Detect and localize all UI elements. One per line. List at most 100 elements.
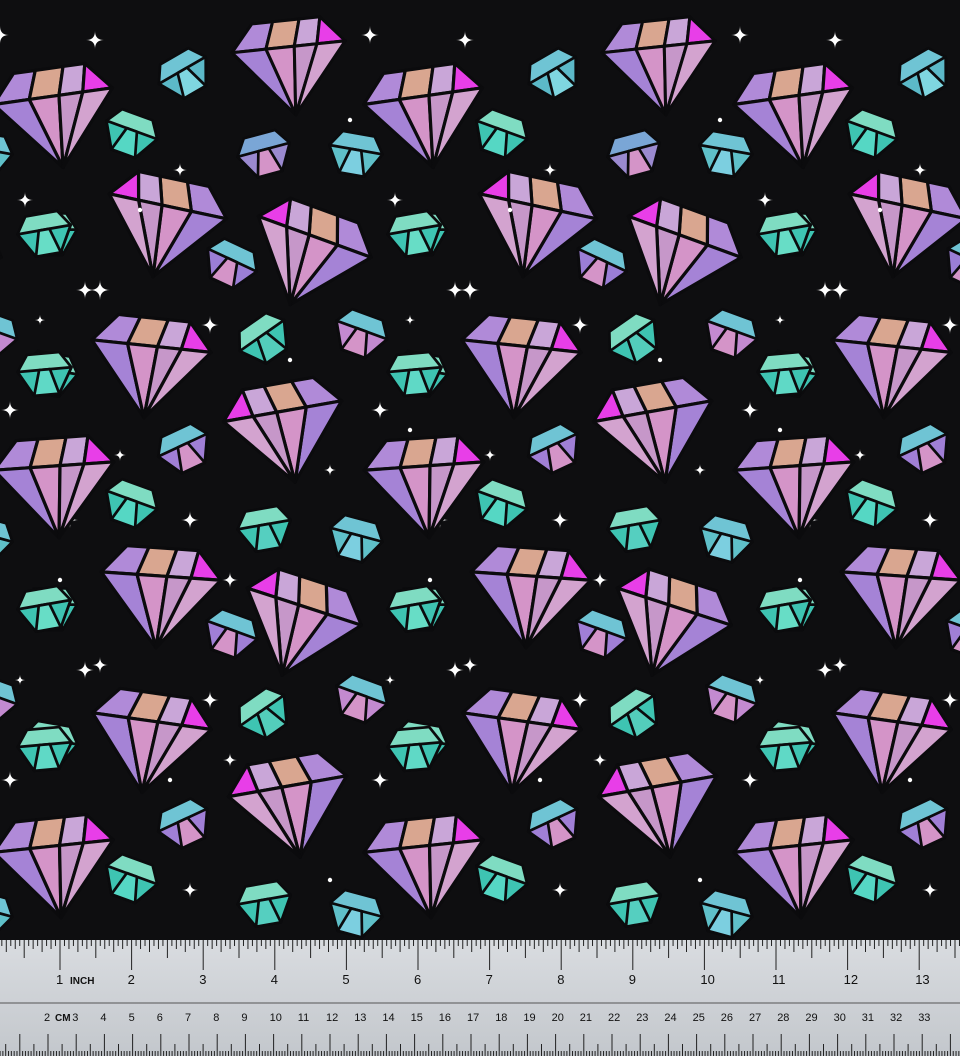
small-gem <box>236 879 293 929</box>
sparkle <box>361 26 379 44</box>
small-gem <box>606 879 663 929</box>
small-gem <box>0 888 14 939</box>
sparkle <box>832 657 848 673</box>
cm-number: 33 <box>918 1012 930 1024</box>
small-gem <box>697 129 754 179</box>
small-gem <box>237 686 289 740</box>
sparkle <box>922 882 938 898</box>
inch-number: 11 <box>772 972 786 987</box>
sparkle <box>1 771 19 789</box>
sparkle <box>76 661 94 679</box>
sparkle <box>757 192 773 208</box>
cm-number: 32 <box>890 1012 902 1024</box>
sparkle <box>741 401 759 419</box>
cm-number: 11 <box>298 1012 309 1024</box>
star-dot <box>287 357 293 363</box>
small-gem <box>576 237 629 290</box>
cm-number: 26 <box>721 1012 733 1024</box>
diamond-gem <box>90 312 213 420</box>
star-dot <box>167 777 173 783</box>
cm-number: 7 <box>185 1012 191 1024</box>
sparkle <box>552 882 568 898</box>
small-gem <box>845 852 899 905</box>
cm-number: 12 <box>326 1012 338 1024</box>
diamond-gem <box>839 543 960 650</box>
diamond-gem <box>460 686 583 795</box>
sparkle <box>571 691 589 709</box>
cm-number: 24 <box>664 1012 676 1024</box>
small-gem <box>896 797 949 850</box>
cm-number: 15 <box>411 1012 423 1024</box>
diamond-gem <box>600 15 717 117</box>
cm-number: 22 <box>608 1012 620 1024</box>
sparkle <box>826 31 844 49</box>
cm-number: 13 <box>354 1012 366 1024</box>
small-gem <box>156 422 209 475</box>
diamond-gem <box>0 213 3 307</box>
sparkle <box>446 661 464 679</box>
cm-number: 30 <box>834 1012 846 1024</box>
small-gem <box>845 477 899 530</box>
sparkle <box>387 192 403 208</box>
sparkle <box>223 753 237 767</box>
small-gem <box>946 237 960 290</box>
small-gem <box>386 725 443 773</box>
star-dot <box>717 117 723 123</box>
cm-number: 16 <box>439 1012 451 1024</box>
sparkle <box>35 315 45 325</box>
star-dot <box>57 577 63 583</box>
diamond-gem <box>230 15 347 117</box>
sparkle <box>592 572 608 588</box>
sparkle <box>173 163 187 177</box>
sparkle <box>462 657 478 673</box>
sparkle <box>182 882 198 898</box>
sparkle <box>571 316 589 334</box>
small-gem <box>475 852 529 905</box>
small-gem <box>475 477 529 530</box>
sparkle <box>114 449 126 461</box>
small-gem <box>327 129 384 179</box>
small-gem <box>607 686 659 740</box>
diamond-gem <box>591 375 714 484</box>
sparkle <box>543 163 557 177</box>
sparkle <box>456 31 474 49</box>
sparkle <box>460 280 480 300</box>
sparkle <box>694 464 706 476</box>
small-gem <box>335 307 389 360</box>
sparkle <box>484 449 496 461</box>
small-gem <box>237 311 289 365</box>
inch-number: 12 <box>844 972 858 987</box>
small-gem <box>606 128 662 179</box>
diamond-gem <box>830 312 953 420</box>
small-gem <box>105 477 159 530</box>
small-gem <box>527 46 578 100</box>
sparkle <box>385 675 395 685</box>
star-dot <box>877 207 883 213</box>
inch-number: 10 <box>700 972 714 987</box>
cm-number: 21 <box>580 1012 592 1024</box>
sparkle <box>775 315 785 325</box>
cm-number: 18 <box>495 1012 507 1024</box>
cm-number: 20 <box>552 1012 564 1024</box>
sparkle <box>222 572 238 588</box>
sparkle <box>86 31 104 49</box>
inch-number: 7 <box>486 972 493 987</box>
small-gem <box>206 237 259 290</box>
cm-number: 8 <box>213 1012 219 1024</box>
sparkle <box>593 753 607 767</box>
small-gem <box>845 107 899 160</box>
sparkle <box>181 511 199 529</box>
sparkle <box>15 675 25 685</box>
small-gem <box>16 725 73 773</box>
sparkle <box>92 657 108 673</box>
cm-number: 23 <box>636 1012 648 1024</box>
star-dot <box>327 877 333 883</box>
small-gem <box>705 672 759 725</box>
diamond-gem <box>0 812 115 920</box>
small-gem <box>0 513 14 564</box>
sparkle <box>90 280 110 300</box>
cm-number: 10 <box>270 1012 282 1024</box>
cm-number: 3 <box>72 1012 78 1024</box>
star-dot <box>427 577 433 583</box>
small-gem <box>105 107 159 160</box>
